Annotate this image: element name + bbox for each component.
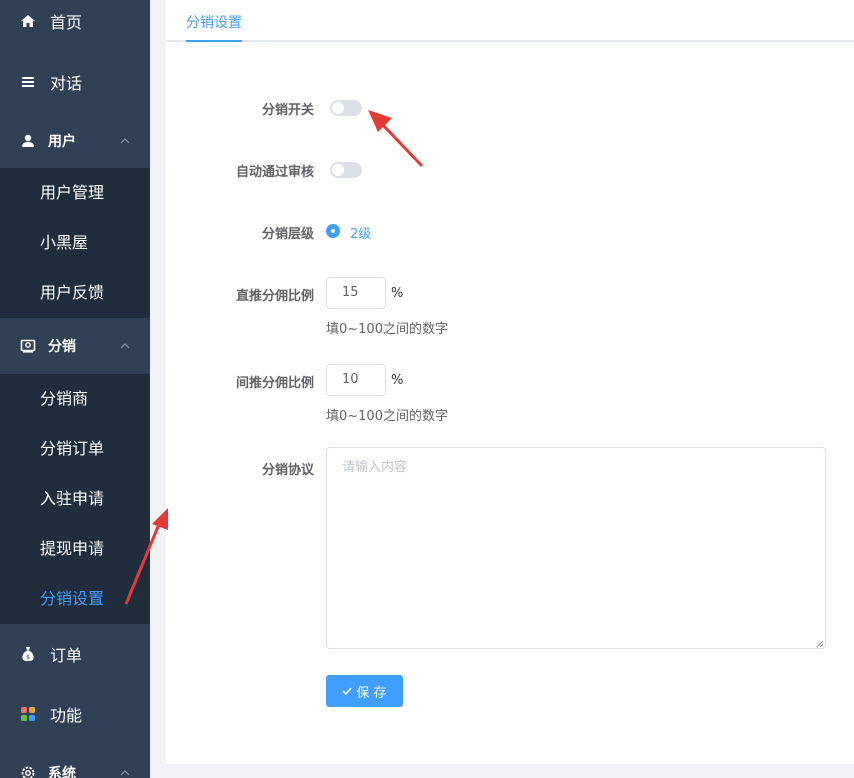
agreement-textarea[interactable] <box>326 447 826 649</box>
distribution-submenu: 分销商 分销订单 入驻申请 提现申请 分销设置 <box>0 374 150 624</box>
menu-label-system: 系统 <box>48 763 76 778</box>
grid-icon <box>20 706 36 722</box>
chevron-up-icon <box>120 136 130 147</box>
resize-handle-icon[interactable] <box>816 640 824 648</box>
home-icon <box>20 13 36 29</box>
sub-item-blacklist[interactable]: 小黑屋 <box>0 218 150 268</box>
svg-text:$: $ <box>26 654 30 661</box>
direct-ratio-hint: 填0~100之间的数字 <box>326 318 448 337</box>
switch-label: 分销开关 <box>154 99 314 118</box>
level-radio[interactable] <box>326 224 340 238</box>
direct-ratio-input[interactable]: 15 <box>326 277 386 309</box>
level-label: 分销层级 <box>154 223 314 242</box>
user-icon <box>20 133 36 149</box>
chevron-up-icon <box>120 341 130 352</box>
save-button[interactable]: 保 存 <box>326 675 403 707</box>
sub-item-distributors[interactable]: 分销商 <box>0 374 150 424</box>
menu-label-features: 功能 <box>50 702 82 726</box>
menu-label-user: 用户 <box>48 131 76 151</box>
money-bag-icon: $ <box>20 646 36 662</box>
sub-item-distribution-orders[interactable]: 分销订单 <box>0 424 150 474</box>
menu-label-distribution: 分销 <box>48 336 76 356</box>
auto-approve-switch[interactable] <box>330 162 362 178</box>
agreement-label: 分销协议 <box>154 459 314 478</box>
menu-item-chat[interactable]: 对话 <box>0 56 150 108</box>
gear-icon <box>20 765 36 778</box>
user-submenu: 用户管理 小黑屋 用户反馈 <box>0 168 150 318</box>
sub-item-distribution-settings[interactable]: 分销设置 <box>0 574 150 624</box>
menu-item-orders[interactable]: $ 订单 <box>0 628 150 680</box>
menu-item-features[interactable]: 功能 <box>0 688 150 740</box>
main-panel: 分销设置 分销开关 自动通过审核 分销层级 2级 直推分佣比例 15 % 填0~… <box>166 0 854 764</box>
indirect-ratio-hint: 填0~100之间的数字 <box>326 405 448 424</box>
indirect-ratio-input[interactable]: 10 <box>326 364 386 396</box>
distribution-icon <box>20 338 36 354</box>
sub-item-withdraw-applications[interactable]: 提现申请 <box>0 524 150 574</box>
indirect-ratio-label: 间推分佣比例 <box>154 372 314 391</box>
menu-item-user[interactable]: 用户 <box>0 114 150 168</box>
save-button-label: 保 存 <box>356 682 386 701</box>
level-radio-label[interactable]: 2级 <box>350 223 371 242</box>
auto-approve-label: 自动通过审核 <box>154 161 314 180</box>
direct-ratio-unit: % <box>391 286 403 301</box>
tab-distribution-settings[interactable]: 分销设置 <box>186 12 242 42</box>
menu-label-home: 首页 <box>50 9 82 33</box>
indirect-ratio-unit: % <box>391 373 403 388</box>
menu-item-distribution[interactable]: 分销 <box>0 318 150 374</box>
tab-bar: 分销设置 <box>166 0 854 42</box>
menu-item-home[interactable]: 首页 <box>0 0 150 42</box>
list-icon <box>20 74 36 90</box>
distribution-switch[interactable] <box>330 100 362 116</box>
menu-item-system[interactable]: 系统 <box>0 748 150 778</box>
menu-label-chat: 对话 <box>50 70 82 94</box>
menu-label-orders: 订单 <box>50 642 82 666</box>
direct-ratio-label: 直推分佣比例 <box>154 285 314 304</box>
sub-item-feedback[interactable]: 用户反馈 <box>0 268 150 318</box>
sidebar: 首页 对话 用户 用户管理 小黑屋 用户反馈 分销 分销商 分销订单 入驻申请 <box>0 0 150 778</box>
sub-item-user-manage[interactable]: 用户管理 <box>0 168 150 218</box>
sub-item-join-applications[interactable]: 入驻申请 <box>0 474 150 524</box>
check-icon <box>342 687 352 695</box>
chevron-up-icon <box>120 768 130 778</box>
